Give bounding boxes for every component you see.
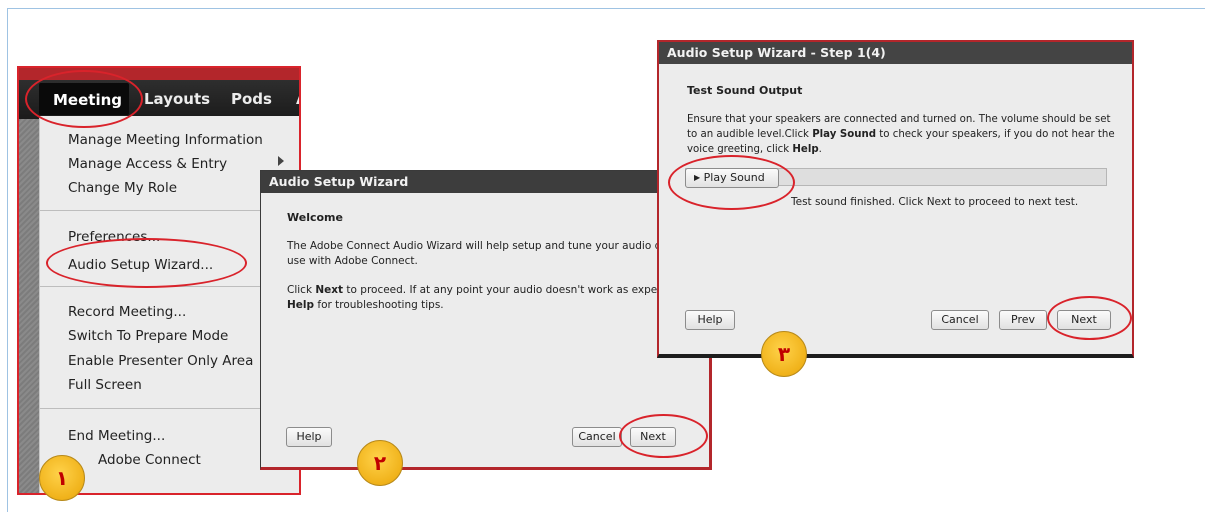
menu-item-preferences[interactable]: Preferences...: [68, 229, 160, 245]
instr-line-1: Ensure that your speakers are connected …: [687, 114, 1111, 125]
menu-meeting-label: Meeting: [53, 91, 123, 109]
menu-item-switch-to-prepare-mode[interactable]: Switch To Prepare Mode: [68, 328, 228, 344]
dialog-instructions-text: Ensure that your speakers are connected …: [687, 112, 1132, 157]
dialog-instructions-text: Click Next to proceed. If at any point y…: [287, 283, 707, 313]
menu-item-record-meeting[interactable]: Record Meeting...: [68, 304, 186, 320]
play-sound-label: Play Sound: [703, 171, 765, 184]
next-button[interactable]: Next: [630, 427, 676, 447]
dialog-title: Audio Setup Wizard - Step 1(4): [659, 42, 1132, 64]
instr-text: Click: [287, 284, 316, 296]
audio-wizard-welcome-dialog: Audio Setup Wizard Welcome The Adobe Con…: [260, 170, 712, 470]
cancel-button[interactable]: Cancel: [931, 310, 989, 330]
dialog-intro-text: The Adobe Connect Audio Wizard will help…: [287, 239, 707, 269]
menu-item-enable-presenter-only-area[interactable]: Enable Presenter Only Area: [68, 353, 253, 369]
dialog-heading: Test Sound Output: [687, 84, 803, 97]
help-button[interactable]: Help: [286, 427, 332, 447]
prev-button[interactable]: Prev: [999, 310, 1047, 330]
instr-bold-next: Next: [315, 284, 344, 296]
menu-next-partial[interactable]: A: [296, 90, 299, 108]
menu-item-manage-meeting-information[interactable]: Manage Meeting Information: [68, 132, 263, 148]
instr-bold-help: Help: [792, 144, 819, 155]
menu-item-audio-setup-wizard[interactable]: Audio Setup Wizard...: [68, 257, 213, 273]
dialog-heading: Welcome: [287, 211, 343, 224]
instr-bold-play-sound: Play Sound: [812, 129, 877, 140]
next-button[interactable]: Next: [1057, 310, 1111, 330]
audio-wizard-step1-dialog: Audio Setup Wizard - Step 1(4) Test Soun…: [657, 40, 1134, 358]
play-sound-button[interactable]: ▶ Play Sound: [685, 168, 779, 188]
submenu-arrow-icon: [278, 156, 284, 166]
meeting-menu-screenshot: Meeting Layouts Pods A Manage Meeting In…: [17, 66, 301, 495]
instr-text: .: [818, 144, 822, 155]
play-icon: ▶: [694, 173, 701, 182]
instr-text: to an audible level.Click: [687, 129, 813, 140]
test-status-text: Test sound finished. Click Next to proce…: [791, 196, 1079, 208]
dialog-title: Audio Setup Wizard: [261, 171, 709, 193]
instr-text: to check your speakers, if you do not he…: [876, 129, 1115, 140]
menu-item-exit-adobe-connect[interactable]: Adobe Connect: [98, 452, 201, 468]
intro-line-2: use with Adobe Connect.: [287, 255, 418, 267]
step-2-badge: ٢: [357, 440, 403, 486]
menu-item-full-screen[interactable]: Full Screen: [68, 377, 142, 393]
menu-pods[interactable]: Pods: [231, 90, 272, 108]
menu-meeting[interactable]: Meeting: [39, 83, 129, 115]
menu-bar: Meeting Layouts Pods A: [19, 80, 299, 119]
instr-text: for troubleshooting tips.: [314, 299, 444, 311]
intro-line-1: The Adobe Connect Audio Wizard will help…: [287, 240, 690, 252]
step-3-badge: ٣: [761, 331, 807, 377]
cancel-button[interactable]: Cancel: [572, 427, 622, 447]
instr-bold-help: Help: [287, 299, 315, 311]
help-button[interactable]: Help: [685, 310, 735, 330]
instr-text: voice greeting, click: [687, 144, 793, 155]
instr-text: to proceed. If at any point your audio d…: [343, 284, 699, 296]
window-top-strip: [19, 68, 299, 80]
menu-item-end-meeting[interactable]: End Meeting...: [68, 428, 165, 444]
menu-item-manage-access-entry[interactable]: Manage Access & Entry: [68, 156, 227, 172]
menu-layouts[interactable]: Layouts: [144, 90, 210, 108]
menu-item-change-my-role[interactable]: Change My Role: [68, 180, 177, 196]
step-1-badge: ١: [39, 455, 85, 501]
